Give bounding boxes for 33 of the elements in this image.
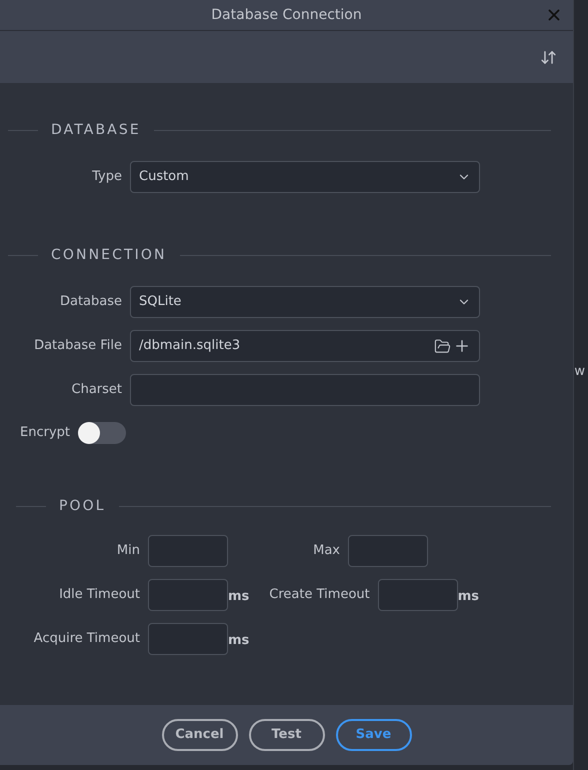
section-heading: DATABASE — [50, 121, 142, 140]
field-label: Create Timeout — [269, 586, 371, 604]
sort-icon[interactable] — [540, 48, 557, 66]
file-field[interactable]: /dbmain.sqlite3 — [130, 330, 480, 362]
field-label: Idle Timeout — [58, 586, 141, 604]
field-label: Min — [116, 542, 141, 560]
unit-label: ms — [228, 588, 250, 606]
background-text: w — [574, 363, 586, 381]
field-label: Database — [58, 293, 123, 312]
select-field[interactable]: SQLite — [130, 286, 480, 318]
input-field[interactable] — [148, 623, 228, 655]
field-label: Charset — [70, 381, 123, 400]
field-label: Database File — [33, 337, 123, 356]
input-field[interactable] — [130, 374, 480, 406]
dialog-button[interactable]: Test — [248, 719, 324, 751]
input-field[interactable] — [148, 535, 228, 567]
unit-label: ms — [458, 588, 480, 606]
input-field[interactable] — [348, 535, 428, 567]
section-heading: POOL — [58, 497, 107, 516]
plus-icon[interactable] — [453, 337, 471, 355]
window-title: Database Connection — [211, 6, 362, 24]
input-field[interactable] — [378, 579, 458, 611]
input-field[interactable] — [148, 579, 228, 611]
field-label: Type — [91, 168, 123, 186]
field-label: Max — [312, 542, 341, 560]
select-field[interactable]: Custom — [130, 161, 480, 193]
encrypt-toggle[interactable] — [78, 422, 126, 444]
dialog-button[interactable]: Cancel — [162, 719, 238, 751]
section-heading: CONNECTION — [50, 246, 168, 265]
field-label: Encrypt — [20, 424, 70, 442]
folder-icon[interactable] — [434, 338, 451, 354]
unit-label: ms — [228, 632, 250, 650]
field-label: Acquire Timeout — [32, 630, 141, 648]
